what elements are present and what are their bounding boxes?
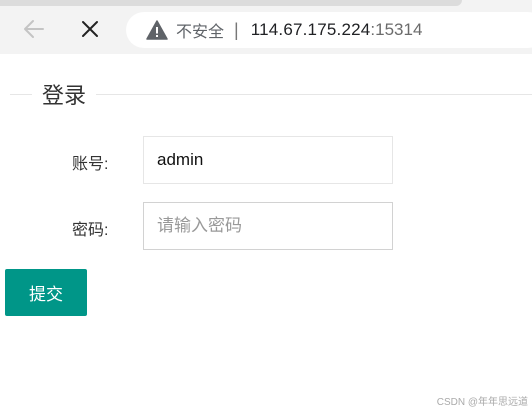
- tab-strip: [0, 0, 462, 6]
- browser-toolbar: 不安全 | 114.67.175.224 :15314: [0, 0, 532, 54]
- account-input[interactable]: [143, 136, 393, 184]
- back-button[interactable]: [20, 15, 48, 43]
- page-content: 登录 账号: 密码: 提交 CSDN @年年思远道: [0, 54, 532, 414]
- close-icon: [82, 21, 98, 37]
- url-port: :15314: [370, 20, 423, 39]
- stop-loading-button[interactable]: [76, 15, 104, 43]
- url-host: 114.67.175.224: [250, 20, 371, 39]
- form-legend: 登录: [32, 78, 97, 110]
- address-separator: |: [234, 19, 239, 40]
- arrow-left-icon: [24, 20, 44, 38]
- warning-triangle-icon[interactable]: [146, 20, 168, 40]
- submit-button[interactable]: 提交: [5, 269, 87, 316]
- security-status-label[interactable]: 不安全: [176, 18, 224, 42]
- password-label: 密码:: [72, 222, 109, 239]
- account-label: 账号:: [72, 156, 109, 173]
- address-bar[interactable]: 不安全 | 114.67.175.224 :15314: [126, 12, 532, 48]
- watermark: CSDN @年年思远道: [436, 397, 528, 408]
- password-input[interactable]: [143, 202, 393, 250]
